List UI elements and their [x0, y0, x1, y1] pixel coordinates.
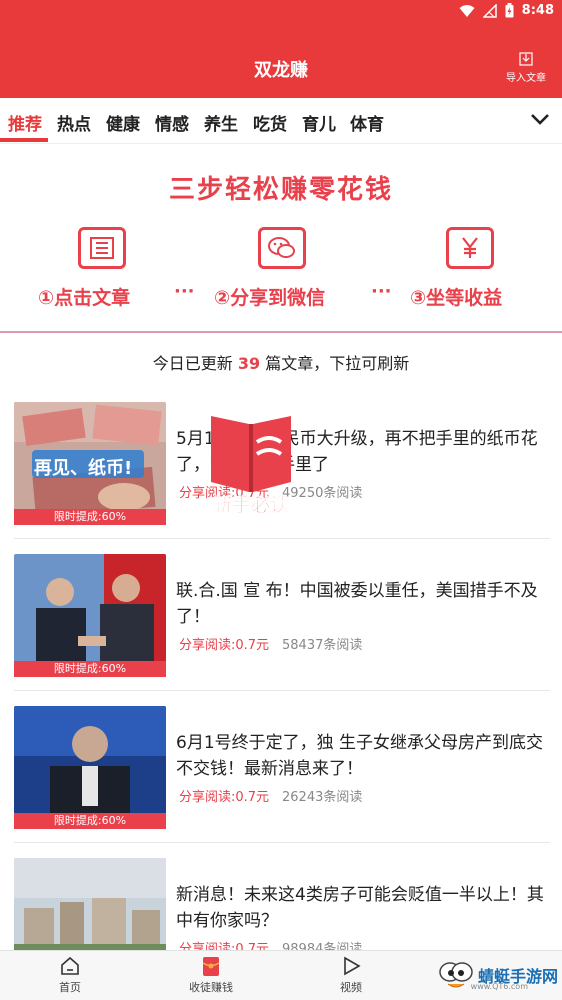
nav-home[interactable]: 首页 [30, 955, 110, 995]
article-thumbnail [14, 554, 166, 676]
article-item[interactable]: 限时提成:60% 联.合.国 宣 布！中国被委以重任，美国措手不及了！ 分享阅读… [0, 554, 562, 706]
chevron-down-icon[interactable] [530, 112, 550, 126]
red-envelope-icon [202, 957, 220, 976]
dragonfly-logo-icon [439, 962, 473, 988]
step-1-label: ①点击文章 [38, 287, 131, 309]
read-count: 58437条阅读 [282, 638, 363, 653]
step-2-label: ②分享到微信 [214, 287, 326, 309]
commission-badge: 限时提成:60% [14, 661, 166, 677]
article-divider [14, 690, 550, 691]
article-thumbnail [14, 706, 166, 828]
tab-health[interactable]: 健康 [106, 110, 140, 135]
tab-food[interactable]: 吃货 [253, 110, 287, 135]
active-tab-indicator [0, 138, 48, 142]
site-watermark: 蜻蜓手游网 www.QT6.com [438, 958, 558, 992]
tab-emotion[interactable]: 情感 [155, 110, 189, 135]
tab-sports[interactable]: 体育 [350, 110, 384, 135]
article-item[interactable]: 限时提成:60% 6月1号终于定了，独 生子女继承父母房产到底交不交钱！最新消息… [0, 706, 562, 858]
commission-badge: 限时提成:60% [14, 509, 166, 525]
import-icon [519, 52, 533, 66]
article-thumbnail: 再见、纸币! [14, 402, 166, 524]
nav-video[interactable]: 视频 [311, 955, 391, 995]
book-icon [211, 416, 291, 492]
home-icon [61, 956, 79, 975]
newbie-guide-label: 新手必读 [212, 494, 290, 517]
tab-parenting[interactable]: 育儿 [302, 110, 336, 135]
article-divider [14, 538, 550, 539]
battery-icon [505, 3, 514, 18]
step-dots-1: ··· [174, 281, 195, 302]
status-icons: 8:48 [459, 3, 554, 18]
read-count: 26243条阅读 [282, 790, 363, 805]
banner-divider [0, 331, 562, 333]
wifi-icon [459, 4, 475, 17]
article-icon [78, 227, 126, 269]
nav-recruit-earn-label: 收徒赚钱 [189, 981, 233, 994]
app-header: 8:48 双龙赚 导入文章 [0, 0, 562, 98]
video-play-icon [344, 956, 361, 976]
nav-recruit-earn[interactable]: 收徒赚钱 [171, 955, 251, 995]
share-earnings: 分享阅读:0.7元 [179, 638, 270, 653]
update-prefix: 今日已更新 [152, 354, 233, 373]
tab-wellness[interactable]: 养生 [204, 110, 238, 135]
status-bar: 8:48 [0, 0, 562, 26]
import-article-label: 导入文章 [506, 73, 546, 84]
nav-video-label: 视频 [340, 981, 362, 994]
signal-off-icon [482, 3, 497, 18]
article-divider [14, 842, 550, 843]
article-title: 新消息！未来这4类房子可能会贬值一半以上！其中有你家吗？ [176, 885, 544, 931]
watermark-url: www.QT6.com [470, 982, 528, 991]
tab-recommend[interactable]: 推荐 [8, 110, 42, 135]
tab-hot[interactable]: 热点 [57, 110, 91, 135]
step-dots-2: ··· [371, 281, 392, 302]
share-earnings: 分享阅读:0.7元 [179, 790, 270, 805]
thumbnail-caption: 再见、纸币! [34, 458, 133, 479]
update-suffix: 篇文章，下拉可刷新 [265, 354, 410, 373]
update-notice: 今日已更新 39 篇文章，下拉可刷新 [0, 350, 562, 374]
banner-title: 三步轻松赚零花钱 [168, 175, 393, 205]
wechat-icon [258, 227, 306, 269]
article-title: 联.合.国 宣 布！中国被委以重任，美国措手不及了！ [176, 581, 538, 627]
import-article-button[interactable]: 导入文章 [502, 52, 550, 84]
update-count: 39 [237, 354, 261, 373]
commission-badge: 限时提成:60% [14, 813, 166, 829]
nav-home-label: 首页 [59, 981, 81, 994]
category-tabs: 推荐 热点 健康 情感 养生 吃货 育儿 体育 [0, 98, 562, 144]
step-3-label: ③坐等收益 [410, 287, 503, 309]
yuan-icon [446, 227, 494, 269]
article-title: 6月1号终于定了，独 生子女继承父母房产到底交不交钱！最新消息来了！ [176, 733, 544, 779]
status-time: 8:48 [521, 3, 554, 18]
newbie-guide-badge[interactable]: 新手必读 [203, 410, 299, 520]
app-title: 双龙赚 [254, 60, 308, 81]
three-steps-banner[interactable]: 三步轻松赚零花钱 ①点击文章 ··· ②分享到微信 ··· ③坐等收益 [0, 145, 562, 333]
